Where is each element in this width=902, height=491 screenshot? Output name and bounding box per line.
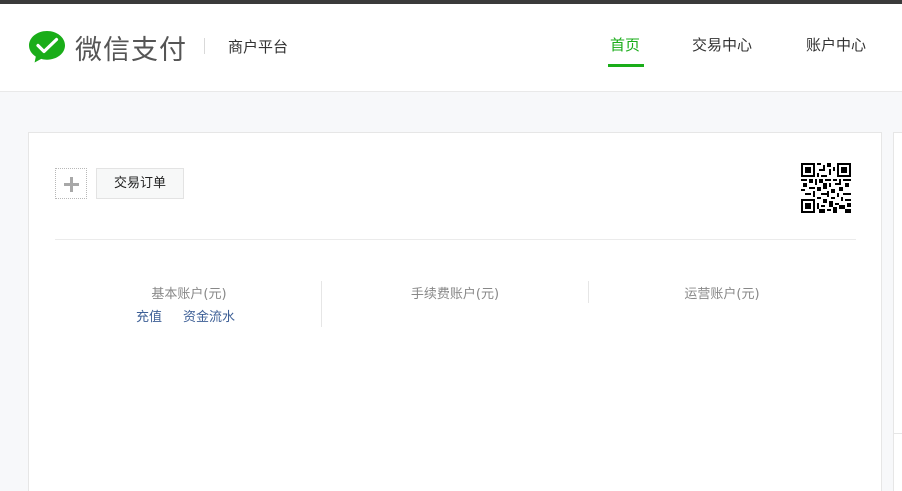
nav-home[interactable]: 首页	[610, 34, 640, 55]
fund-flow-link[interactable]: 资金流水	[183, 306, 235, 325]
recharge-link[interactable]: 充值	[136, 306, 162, 325]
fee-account-label: 手续费账户(元)	[410, 287, 500, 302]
nav-trade-center[interactable]: 交易中心	[692, 34, 752, 55]
operation-account-label: 运营账户(元)	[684, 287, 760, 302]
side-panel-edge	[893, 132, 902, 491]
qr-code-icon[interactable]	[801, 163, 851, 213]
nav-account-center[interactable]: 账户中心	[806, 34, 866, 55]
column-separator	[588, 281, 589, 303]
section-divider	[55, 239, 856, 240]
dashboard-card: 交易订单 基本账户(元) 充值 资金流水 手续费账户(元) 运营账户(元)	[28, 132, 882, 491]
header: 微信支付 商户平台 首页 交易中心 账户中心	[0, 4, 902, 92]
shortcut-trade-orders-button[interactable]: 交易订单	[96, 168, 184, 199]
platform-title: 商户平台	[228, 38, 289, 56]
column-separator	[321, 281, 322, 327]
add-shortcut-button[interactable]	[55, 168, 87, 199]
brand-title: 微信支付	[75, 35, 187, 66]
nav-active-underline	[608, 64, 644, 67]
wechat-pay-logo-icon	[29, 31, 65, 63]
basic-account-label: 基本账户(元)	[151, 287, 227, 302]
header-divider	[204, 38, 205, 54]
